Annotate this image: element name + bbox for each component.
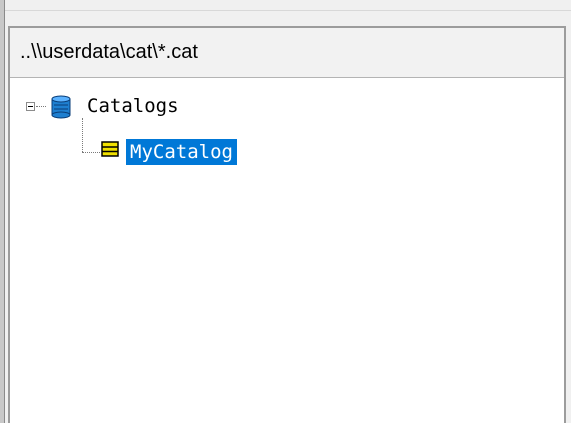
tree-connector-line (82, 152, 100, 153)
catalog-icon (101, 141, 119, 157)
path-header: ..\\userdata\cat\*.cat (10, 28, 564, 78)
catalog-tree[interactable]: Catalogs MyCatalog (10, 78, 564, 423)
tree-item-mycatalog[interactable]: MyCatalog (126, 139, 237, 165)
tree-connector-line (82, 118, 83, 152)
collapse-toggle-icon[interactable] (26, 102, 35, 111)
database-icon (51, 95, 71, 119)
catalog-panel: ..\\userdata\cat\*.cat Catalogs MyCatalo… (8, 26, 566, 423)
top-strip (5, 0, 571, 11)
tree-item-catalogs[interactable]: Catalogs (84, 93, 182, 119)
tree-connector-line (36, 106, 46, 107)
window-frame: ..\\userdata\cat\*.cat Catalogs MyCatalo… (0, 0, 571, 423)
window-left-border (0, 0, 5, 423)
